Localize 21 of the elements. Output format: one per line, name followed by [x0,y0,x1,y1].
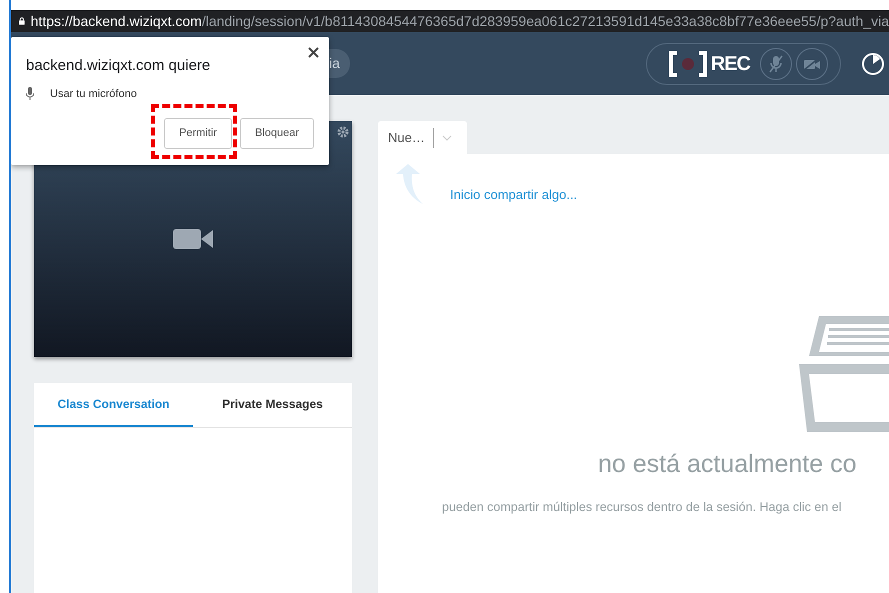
empty-description: pueden compartir múltiples recursos dentro de la sesión. Haga clic en el [442,498,842,516]
close-icon[interactable] [308,47,319,58]
popup-button[interactable]: Permitir [164,118,232,148]
camera-button[interactable] [796,48,828,80]
popup-button[interactable]: Bloquear [240,118,314,148]
empty-title: no está actualmente co [598,449,856,480]
url-origin: https://backend.wiziqxt.com [30,12,202,28]
content-tab[interactable]: Nue… [378,121,467,154]
microphone-icon [26,87,34,100]
popup-title: backend.wiziqxt.com quiere [26,56,212,76]
url-path: /landing/session/v1/b8114308454476365d7d283959ea061c27213591d145e33a38c8bf77e36eee55/p?auth_via [202,12,889,28]
camera-icon [173,229,213,249]
mic-button[interactable] [760,48,792,80]
record-label: REC [710,52,750,76]
permission-text: Usar tu micrófono [50,86,137,102]
record-icon[interactable] [668,50,707,76]
settings-icon[interactable] [337,126,349,138]
mic-icon [768,54,784,72]
chat-tab[interactable]: Class Conversation [34,383,193,427]
timer-icon [861,52,885,76]
chat-tab[interactable]: Private Messages [193,383,352,427]
